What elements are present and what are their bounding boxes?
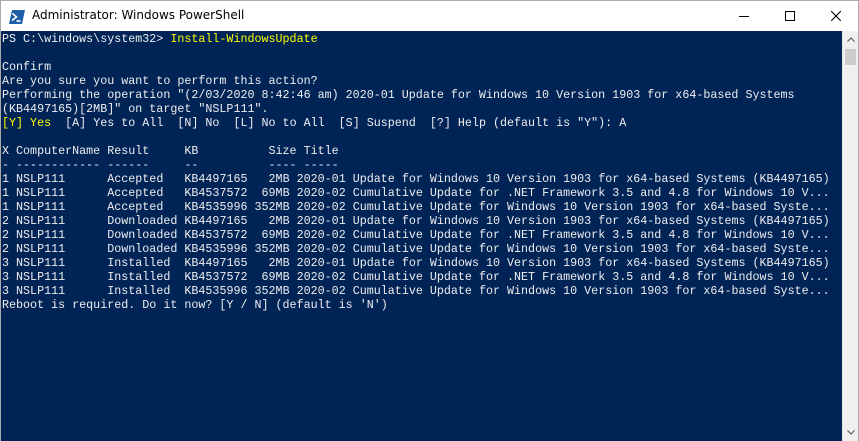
cell-title: 2020-01 Update for Windows 10 Version 19… — [296, 172, 830, 186]
table-row: 1 NSLP111 Accepted KB4497165 2MB 2020-01… — [2, 172, 830, 186]
cell-title: 2020-02 Cumulative Update for .NET Frame… — [296, 228, 830, 242]
scroll-up-button[interactable] — [843, 31, 859, 48]
blank-line — [2, 46, 830, 60]
blank-line — [2, 130, 830, 144]
cell-size: 69MB — [247, 270, 297, 284]
cell-x: 1 — [2, 186, 17, 200]
cell-result: Downloaded — [107, 228, 185, 242]
cell-result: Installed — [107, 270, 185, 284]
maximize-button[interactable] — [767, 1, 813, 31]
cell-title: 2020-02 Cumulative Update for .NET Frame… — [296, 270, 830, 284]
cell-x: 1 — [2, 172, 17, 186]
choice-options: [A] Yes to All [N] No [L] No to All [S] … — [51, 116, 627, 130]
cell-x: 3 — [2, 284, 17, 298]
table-row: 1 NSLP111 Accepted KB4537572 69MB 2020-0… — [2, 186, 830, 200]
cell-title: 2020-01 Update for Windows 10 Version 19… — [296, 256, 830, 270]
cell-result: Downloaded — [107, 242, 185, 256]
vertical-scrollbar[interactable] — [842, 31, 858, 441]
cell-x: 3 — [2, 270, 17, 284]
minimize-button[interactable] — [721, 1, 767, 31]
cell-title: 2020-02 Cumulative Update for Windows 10… — [296, 284, 830, 298]
cell-title: 2020-01 Update for Windows 10 Version 19… — [296, 214, 830, 228]
cell-computer: NSLP111 — [16, 214, 108, 228]
cell-computer: NSLP111 — [16, 256, 108, 270]
cell-result: Accepted — [107, 186, 185, 200]
cell-size: 2MB — [247, 256, 297, 270]
cell-title: 2020-02 Cumulative Update for Windows 10… — [296, 200, 830, 214]
cell-kb: KB4535996 — [184, 242, 248, 256]
chevron-up-icon — [847, 37, 855, 42]
table-row: 2 NSLP111 Downloaded KB4535996 352MB 202… — [2, 242, 830, 256]
cell-kb: KB4497165 — [184, 172, 248, 186]
cell-size: 352MB — [247, 284, 297, 298]
cell-title: 2020-02 Cumulative Update for Windows 10… — [296, 242, 830, 256]
cell-size: 2MB — [247, 214, 297, 228]
choice-line: [Y] Yes [A] Yes to All [N] No [L] No to … — [2, 116, 830, 130]
minimize-icon — [739, 16, 749, 17]
table-row: 3 NSLP111 Installed KB4537572 69MB 2020-… — [2, 270, 830, 284]
confirm-question: Are you sure you want to perform this ac… — [2, 74, 318, 88]
cell-size: 69MB — [247, 228, 297, 242]
cell-x: 2 — [2, 214, 17, 228]
cell-kb: KB4537572 — [184, 270, 248, 284]
cell-size: 352MB — [247, 200, 297, 214]
chevron-down-icon — [847, 430, 855, 435]
command: Install-WindowsUpdate — [170, 32, 318, 46]
cell-result: Accepted — [107, 172, 185, 186]
confirm-header: Confirm — [2, 60, 52, 74]
table-row: 2 NSLP111 Downloaded KB4497165 2MB 2020-… — [2, 214, 830, 228]
cell-result: Installed — [107, 284, 185, 298]
reboot-prompt: Reboot is required. Do it now? [Y / N] (… — [2, 298, 388, 312]
prompt: PS C:\windows\system32> — [2, 32, 171, 46]
cell-title: 2020-02 Cumulative Update for .NET Frame… — [296, 186, 830, 200]
console-lines: PS C:\windows\system32> Install-WindowsU… — [2, 32, 830, 312]
powershell-window: Administrator: Windows PowerShell PS C:\… — [0, 0, 859, 441]
cell-result: Installed — [107, 256, 185, 270]
cell-computer: NSLP111 — [16, 200, 108, 214]
cell-kb: KB4537572 — [184, 228, 248, 242]
close-icon — [831, 11, 841, 21]
table-separator: - ------------ ------ -- ---- ----- — [2, 158, 339, 172]
cell-result: Accepted — [107, 200, 185, 214]
default-choice: [Y] Yes — [2, 116, 52, 130]
scroll-thumb[interactable] — [845, 49, 856, 65]
cell-kb: KB4535996 — [184, 284, 248, 298]
powershell-icon — [9, 9, 25, 24]
cell-computer: NSLP111 — [16, 270, 108, 284]
cell-x: 1 — [2, 200, 17, 214]
scroll-down-button[interactable] — [843, 424, 859, 441]
cell-result: Downloaded — [107, 214, 185, 228]
console-output[interactable]: PS C:\windows\system32> Install-WindowsU… — [1, 31, 842, 441]
cell-size: 69MB — [247, 186, 297, 200]
cell-kb: KB4537572 — [184, 186, 248, 200]
operation-line: (KB4497165)[2MB]" on target "NSLP111". — [2, 102, 269, 116]
table-row: 3 NSLP111 Installed KB4497165 2MB 2020-0… — [2, 256, 830, 270]
cell-x: 2 — [2, 242, 17, 256]
cell-computer: NSLP111 — [16, 186, 108, 200]
cell-kb: KB4535996 — [184, 200, 248, 214]
cell-computer: NSLP111 — [16, 284, 108, 298]
title-bar[interactable]: Administrator: Windows PowerShell — [1, 1, 858, 31]
cell-size: 352MB — [247, 242, 297, 256]
close-button[interactable] — [813, 1, 859, 31]
table-header: X ComputerName Result KB Size Title — [2, 144, 339, 158]
cell-x: 3 — [2, 256, 17, 270]
maximize-icon — [785, 11, 795, 21]
table-row: 2 NSLP111 Downloaded KB4537572 69MB 2020… — [2, 228, 830, 242]
cell-size: 2MB — [247, 172, 297, 186]
cell-kb: KB4497165 — [184, 214, 248, 228]
window-title: Administrator: Windows PowerShell — [32, 8, 245, 22]
operation-line: Performing the operation "(2/03/2020 8:4… — [2, 88, 795, 102]
cell-kb: KB4497165 — [184, 256, 248, 270]
cell-computer: NSLP111 — [16, 242, 108, 256]
table-row: 3 NSLP111 Installed KB4535996 352MB 2020… — [2, 284, 830, 298]
cell-x: 2 — [2, 228, 17, 242]
cell-computer: NSLP111 — [16, 172, 108, 186]
cell-computer: NSLP111 — [16, 228, 108, 242]
prompt-line: PS C:\windows\system32> Install-WindowsU… — [2, 32, 830, 46]
table-row: 1 NSLP111 Accepted KB4535996 352MB 2020-… — [2, 200, 830, 214]
